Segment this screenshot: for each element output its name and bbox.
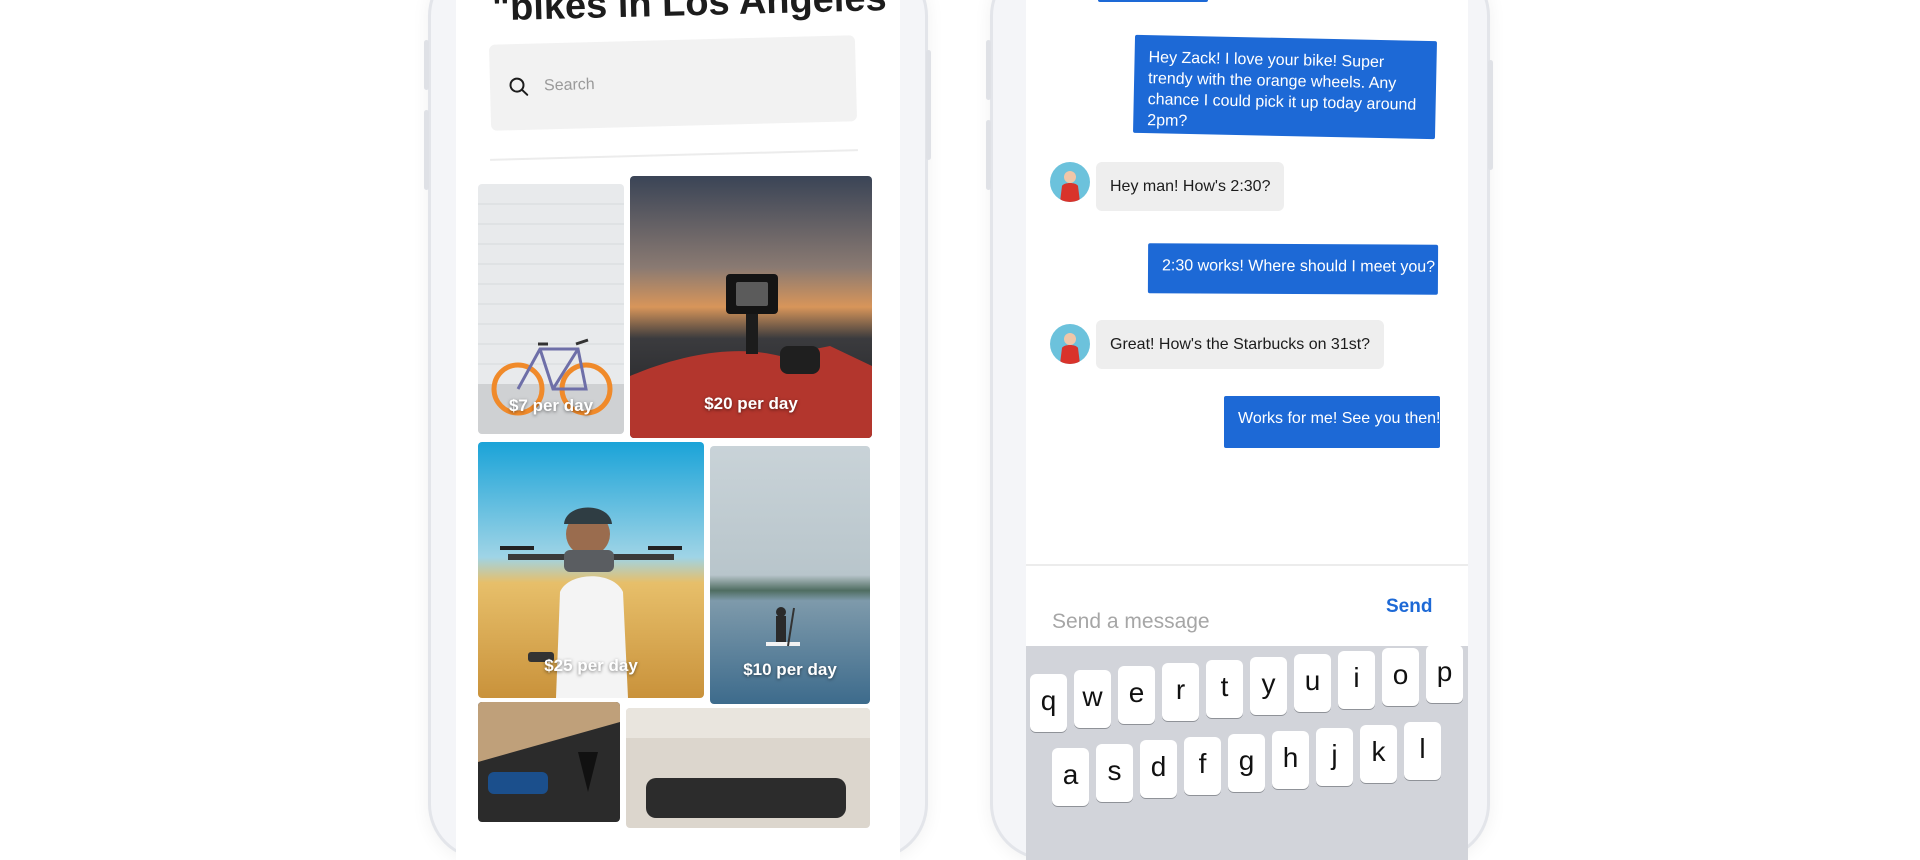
composer-divider [1026,564,1468,566]
key-u[interactable]: u [1294,654,1331,712]
key-a[interactable]: a [1052,748,1089,806]
price-label: $10 per day [743,660,837,679]
tools-photo [478,702,620,822]
key-h[interactable]: h [1272,731,1309,789]
phone-side-button [986,40,991,100]
phone-side-button [424,110,429,190]
listing-tile[interactable]: $10 per day [710,446,870,704]
search-icon [509,77,529,96]
key-k[interactable]: k [1360,725,1397,783]
message-text: Works for me! See you then! [1238,410,1441,427]
message-input[interactable]: Send a message [1052,610,1210,634]
phone-side-button [986,120,991,190]
key-j[interactable]: j [1316,728,1353,786]
outgoing-message: Works for me! See you then! [1224,396,1440,448]
search-placeholder: Search [543,76,595,95]
incoming-message: Hey man! How's 2:30? [1096,162,1285,211]
avatar-image [1050,162,1090,202]
key-q[interactable]: q [1030,674,1067,732]
avatar-image [1050,324,1090,364]
listing-tile[interactable]: $7 per day [478,184,624,434]
search-input[interactable]: Search [488,35,858,131]
price-label: $25 per day [544,656,638,675]
outgoing-message: 2:30 works! Where should I meet you? [1147,243,1439,295]
outgoing-message: Hey Zack! I love your bike! Super trendy… [1133,34,1437,140]
furniture-photo [626,708,870,828]
message-text: 2:30 works! Where should I meet you? [1161,257,1436,276]
avatar[interactable] [1050,324,1090,364]
key-r[interactable]: r [1162,663,1199,721]
key-w[interactable]: w [1074,670,1111,728]
incoming-message: Great! How's the Starbucks on 31st? [1096,320,1385,369]
send-button[interactable]: Send [1386,596,1432,618]
listing-tile[interactable] [626,708,870,828]
key-l[interactable]: l [1404,722,1441,780]
key-y[interactable]: y [1250,657,1287,715]
listing-tile[interactable]: $25 per day [478,442,704,698]
listing-tile[interactable] [478,702,620,822]
keyboard: q w e r t y u i o p a s d f g h j k l [1026,645,1468,860]
key-d[interactable]: d [1140,740,1177,798]
listing-screen: "bikes in Los Angeles" Search $7 per day… [456,0,900,860]
left-phone: "bikes in Los Angeles" Search $7 per day… [424,0,931,860]
search-title: "bikes in Los Angeles" [491,0,900,30]
key-f[interactable]: f [1184,737,1221,795]
right-phone: Hey Zack! I love your bike! Super trendy… [986,0,1493,860]
previous-message-bubble [1098,0,1208,2]
key-p[interactable]: p [1426,645,1463,703]
message-text: Hey man! How's 2:30? [1110,178,1271,195]
phone-side-button [926,50,931,160]
avatar[interactable] [1050,162,1090,202]
key-g[interactable]: g [1228,734,1265,792]
phone-side-button [424,40,429,90]
chat-screen: Hey Zack! I love your bike! Super trendy… [1026,0,1468,860]
key-o[interactable]: o [1382,648,1419,706]
price-label: $7 per day [508,396,594,415]
price-label: $20 per day [704,394,798,413]
divider [490,149,858,161]
key-e[interactable]: e [1118,666,1155,724]
phone-side-button [1488,60,1493,170]
key-t[interactable]: t [1206,660,1243,718]
key-i[interactable]: i [1338,651,1375,709]
message-text: Great! How's the Starbucks on 31st? [1110,336,1371,353]
listing-tile[interactable]: $20 per day [630,176,872,438]
key-s[interactable]: s [1096,744,1133,802]
message-text: Hey Zack! I love your bike! Super trendy… [1147,49,1417,130]
